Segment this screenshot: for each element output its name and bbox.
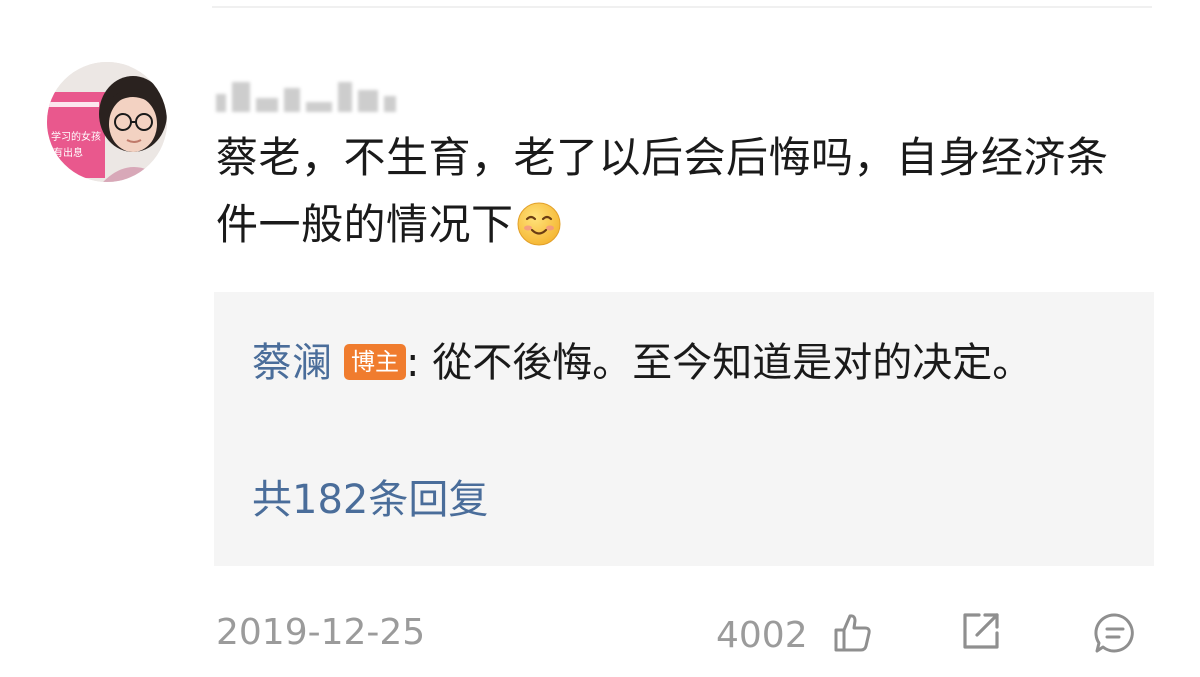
avatar-image: 学习的女孩 有出息 [47, 62, 167, 182]
comment-text: 蔡老，不生育，老了以后会后悔吗，自身经济条件一般的情况下 [216, 133, 1109, 249]
reply-author[interactable]: 蔡澜 [252, 340, 332, 386]
reply-text: 從不後悔。至今知道是对的决定。 [419, 340, 1033, 386]
thumbs-up-icon[interactable] [826, 608, 876, 658]
reply-separator: : [406, 340, 420, 386]
blogger-badge: 博主 [344, 344, 406, 380]
smile-icon [517, 202, 561, 246]
comment-icon[interactable] [1090, 608, 1140, 658]
comment-date: 2019-12-25 [216, 612, 426, 653]
like-count: 4002 [716, 615, 808, 656]
reply-line: 蔡澜 博主: 從不後悔。至今知道是对的决定。 [252, 328, 1072, 398]
avatar-book-text-1: 学习的女孩 [51, 130, 101, 143]
top-divider [212, 6, 1152, 8]
comment-body: 蔡老，不生育，老了以后会后悔吗，自身经济条件一般的情况下 [216, 124, 1146, 258]
share-icon[interactable] [956, 606, 1006, 656]
reply-preview-box[interactable]: 蔡澜 博主: 從不後悔。至今知道是对的决定。 共182条回复 [214, 292, 1154, 566]
avatar-book-text-2: 有出息 [53, 146, 83, 159]
username-blurred[interactable] [216, 70, 406, 112]
view-replies-link[interactable]: 共182条回复 [252, 472, 488, 528]
avatar[interactable]: 学习的女孩 有出息 [47, 62, 167, 182]
